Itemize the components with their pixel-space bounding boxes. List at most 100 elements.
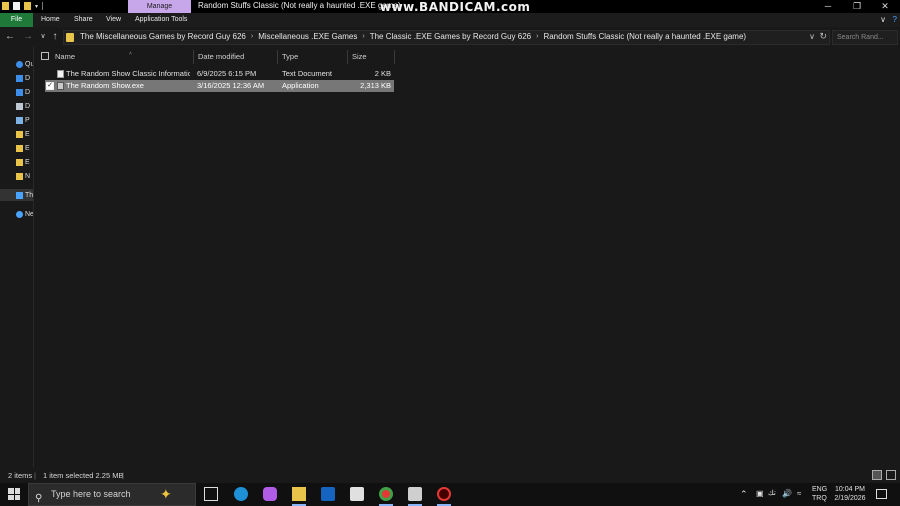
chrome-browser-icon[interactable] xyxy=(379,487,393,501)
breadcrumb-item[interactable]: Miscellaneous .EXE Games xyxy=(258,32,357,41)
sparkle-icon[interactable]: ✦ xyxy=(160,487,174,501)
star-icon xyxy=(16,60,23,68)
nav-item-downloads[interactable]: D xyxy=(16,86,33,98)
nav-item-this-pc[interactable]: Th xyxy=(0,189,34,201)
minimize-button[interactable]: ─ xyxy=(814,0,842,13)
address-row: ← → ∨ ↑ The Miscellaneous Games by Recor… xyxy=(0,27,900,47)
meet-now-icon[interactable]: ▣ xyxy=(756,489,764,498)
windows-start-icon[interactable] xyxy=(8,488,20,500)
input-indicator-icon[interactable]: تك xyxy=(768,489,776,497)
column-header-date-modified[interactable]: Date modified xyxy=(194,50,278,64)
forward-arrow-icon[interactable]: → xyxy=(22,30,34,44)
notification-center-icon[interactable] xyxy=(876,489,887,499)
manage-contextual-tab[interactable]: Manage xyxy=(128,0,191,13)
task-view-icon[interactable] xyxy=(204,487,218,501)
nav-item-label: D xyxy=(25,102,31,110)
nav-item-folder[interactable]: E xyxy=(16,156,33,168)
file-row[interactable]: The Random Show Classic Information... 6… xyxy=(45,68,394,80)
refresh-icon[interactable]: ↻ xyxy=(819,31,827,42)
tab-home[interactable]: Home xyxy=(41,13,60,27)
tab-view[interactable]: View xyxy=(106,13,121,27)
edge-browser-icon[interactable] xyxy=(234,487,248,501)
nav-item-network[interactable]: Ne xyxy=(16,208,34,220)
status-divider: | xyxy=(34,471,36,480)
properties-icon[interactable] xyxy=(13,2,20,10)
address-bar[interactable]: The Miscellaneous Games by Record Guy 62… xyxy=(63,30,830,45)
column-header-label: Name xyxy=(55,52,76,61)
new-folder-icon[interactable] xyxy=(24,2,31,10)
help-icon[interactable]: ? xyxy=(893,15,897,24)
nav-item-label: N xyxy=(25,172,31,180)
sort-ascending-icon: ˄ xyxy=(129,51,132,57)
file-date: 3/16/2025 12:36 AM xyxy=(197,81,265,90)
column-header-size[interactable]: Size xyxy=(348,50,395,64)
store-icon[interactable] xyxy=(350,487,364,501)
details-view-icon[interactable] xyxy=(872,470,882,480)
nav-item-label: D xyxy=(25,88,31,96)
column-header-label: Size xyxy=(352,52,367,61)
nav-item-documents[interactable]: D xyxy=(16,100,33,112)
bandicam-record-icon[interactable] xyxy=(437,487,451,501)
folder-icon xyxy=(16,172,23,180)
breadcrumb-item[interactable]: Random Stuffs Classic (Not really a haun… xyxy=(543,32,746,41)
status-divider: | xyxy=(122,471,124,480)
back-arrow-icon[interactable]: ← xyxy=(4,30,16,44)
large-icons-view-icon[interactable] xyxy=(886,470,896,480)
row-checkbox[interactable]: ✓ xyxy=(46,82,54,90)
nav-item-folder[interactable]: N xyxy=(16,170,33,182)
nav-item-pictures[interactable]: P xyxy=(16,114,33,126)
expand-ribbon-icon[interactable]: ∨ xyxy=(880,15,886,24)
select-all-checkbox[interactable] xyxy=(41,52,49,60)
nav-item-quick-access[interactable]: Qu xyxy=(16,58,33,70)
mail-icon[interactable] xyxy=(321,487,335,501)
nav-item-folder[interactable]: E xyxy=(16,128,33,140)
breadcrumb-separator-icon[interactable]: › xyxy=(536,33,538,40)
nav-item-desktop[interactable]: D xyxy=(16,72,33,84)
network-icon xyxy=(16,210,23,218)
column-header-type[interactable]: Type xyxy=(278,50,348,64)
tab-file[interactable]: File xyxy=(0,13,33,27)
taskbar-search-placeholder: Type here to search xyxy=(51,489,131,499)
file-explorer-icon[interactable] xyxy=(292,487,306,501)
language-indicator[interactable]: ENG TRQ xyxy=(812,486,827,502)
breadcrumb-item[interactable]: The Classic .EXE Games by Record Guy 626 xyxy=(370,32,531,41)
file-size: 2 KB xyxy=(374,69,391,78)
clock[interactable]: 10:04 PM 2/19/2026 xyxy=(833,486,867,502)
download-icon xyxy=(16,88,23,96)
address-dropdown-icon[interactable]: ∨ xyxy=(809,32,815,41)
nav-item-label: E xyxy=(25,158,30,166)
nav-item-label: D xyxy=(25,74,31,82)
bandicam-watermark: www.BANDICAM.com xyxy=(380,0,531,14)
copilot-icon[interactable] xyxy=(263,487,277,501)
volume-icon[interactable]: 🔊 xyxy=(782,489,792,498)
app-window-icon[interactable] xyxy=(408,487,422,501)
show-hidden-icons-icon[interactable]: ⌃ xyxy=(740,489,748,500)
computer-icon xyxy=(16,191,23,199)
selection-info: 1 item selected 2.25 MB xyxy=(43,471,124,480)
search-input[interactable]: Search Rand... xyxy=(832,30,898,45)
nav-item-label: Th xyxy=(25,191,34,199)
column-header-label: Date modified xyxy=(198,52,245,61)
close-button[interactable]: ✕ xyxy=(871,0,899,13)
quick-access-toolbar: ▾ xyxy=(2,2,44,10)
file-row-selected[interactable]: ✓ The Random Show.exe 3/16/2025 12:36 AM… xyxy=(45,80,394,92)
breadcrumb-separator-icon[interactable]: › xyxy=(251,33,253,40)
maximize-button[interactable]: ❐ xyxy=(843,0,871,13)
file-type: Text Document xyxy=(282,69,333,78)
column-header-name[interactable]: ˄ Name xyxy=(51,50,194,64)
nav-item-folder[interactable]: E xyxy=(16,142,33,154)
toolbar-divider xyxy=(42,2,44,10)
folder-icon xyxy=(66,33,74,42)
nav-item-label: E xyxy=(25,144,30,152)
nav-item-label: Ne xyxy=(25,210,34,218)
application-icon xyxy=(57,82,64,90)
clock-date: 2/19/2026 xyxy=(834,495,866,502)
breadcrumb-item[interactable]: The Miscellaneous Games by Record Guy 62… xyxy=(80,32,246,41)
recent-locations-icon[interactable]: ∨ xyxy=(37,30,49,44)
tab-application-tools[interactable]: Application Tools xyxy=(135,13,187,27)
breadcrumb-separator-icon[interactable]: › xyxy=(362,33,364,40)
network-wifi-icon[interactable]: ≈ xyxy=(797,489,801,498)
up-arrow-icon[interactable]: ↑ xyxy=(49,30,61,44)
tab-share[interactable]: Share xyxy=(74,13,93,27)
customize-toolbar-icon[interactable]: ▾ xyxy=(35,3,38,10)
